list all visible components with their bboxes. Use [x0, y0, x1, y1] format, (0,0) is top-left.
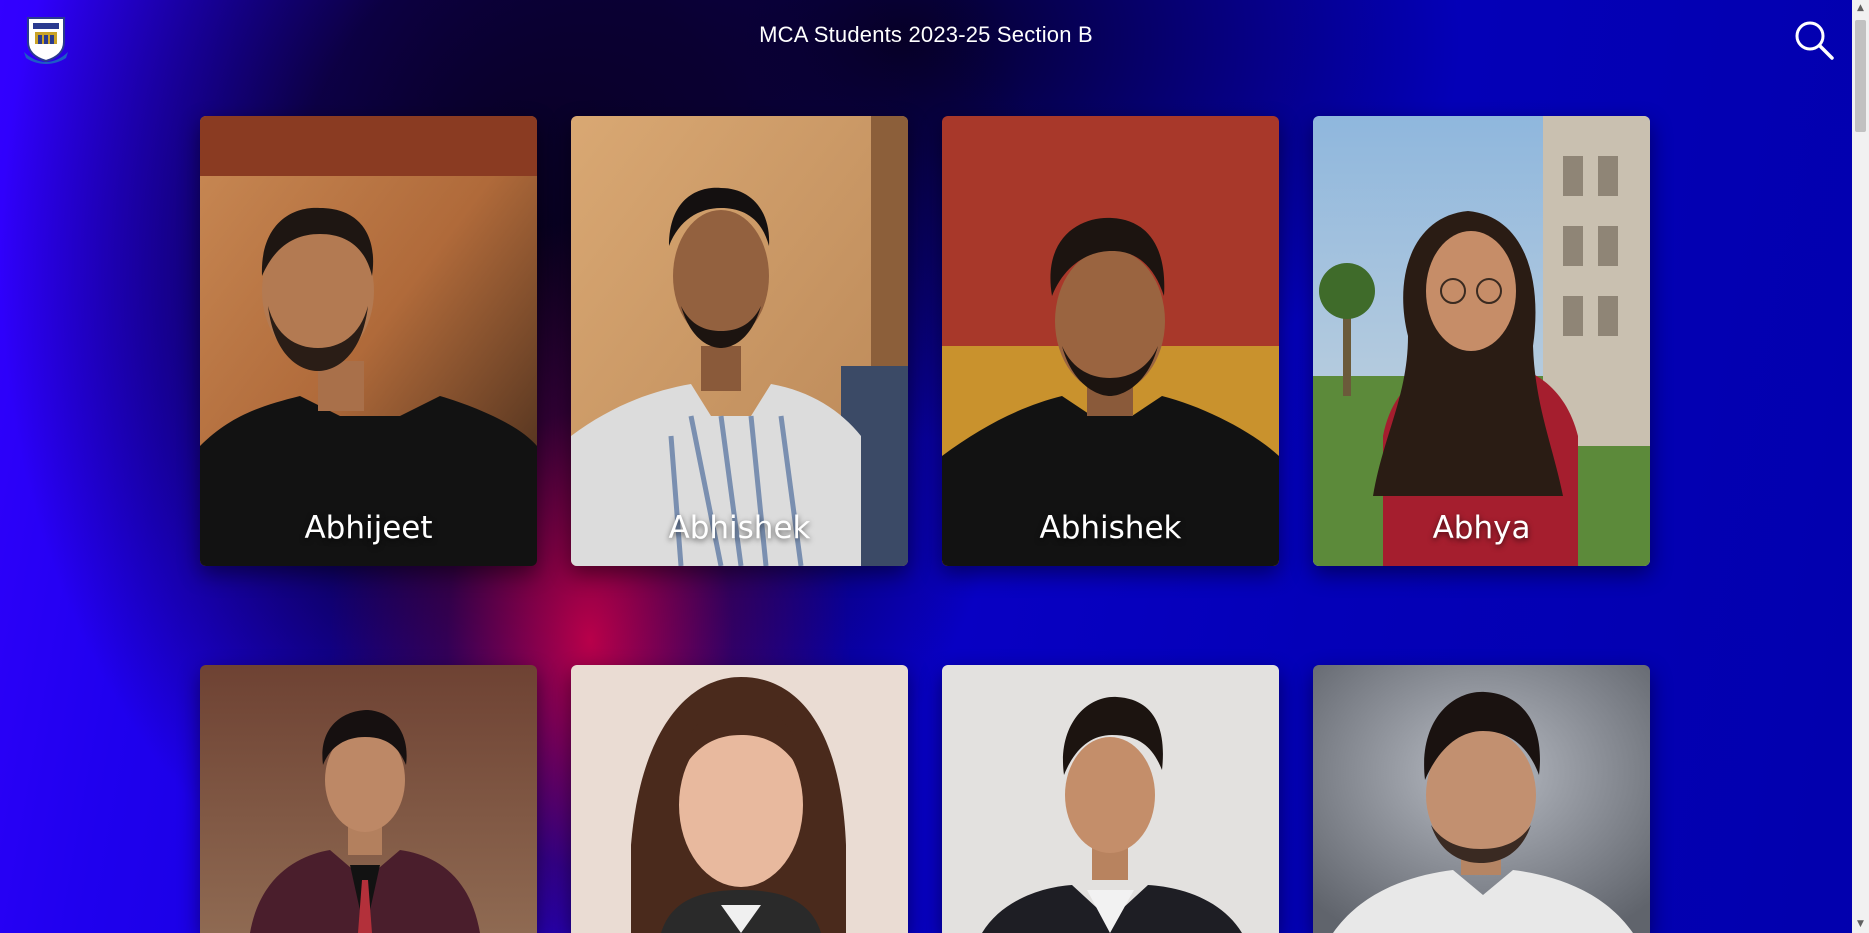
scroll-down-icon[interactable]: ▼ — [1852, 916, 1869, 933]
student-photo — [200, 116, 537, 566]
student-card[interactable] — [571, 665, 908, 933]
search-button[interactable] — [1792, 18, 1836, 62]
student-photo — [1313, 116, 1650, 566]
student-photo — [942, 116, 1279, 566]
vertical-scrollbar[interactable]: ▲ ▼ — [1852, 0, 1869, 933]
student-name: Abhishek — [1039, 510, 1182, 546]
student-photo — [942, 665, 1279, 933]
student-name: Abhishek — [668, 510, 811, 546]
student-card[interactable]: Abhijeet — [200, 116, 537, 566]
student-name: Abhya — [1432, 510, 1531, 546]
student-photo — [200, 665, 537, 933]
top-navigation-bar: MCA Students 2023-25 Section B — [0, 0, 1852, 78]
student-photo — [1313, 665, 1650, 933]
student-card[interactable] — [1313, 665, 1650, 933]
student-card[interactable] — [200, 665, 537, 933]
student-card[interactable]: Abhya — [1313, 116, 1650, 566]
scrollbar-thumb[interactable] — [1855, 20, 1866, 132]
student-name: Abhijeet — [304, 510, 433, 546]
search-icon — [1795, 21, 1834, 60]
student-card[interactable] — [942, 665, 1279, 933]
student-card[interactable]: Abhishek — [942, 116, 1279, 566]
page-title: MCA Students 2023-25 Section B — [759, 22, 1093, 47]
student-photo — [571, 665, 908, 933]
scroll-up-icon[interactable]: ▲ — [1852, 0, 1869, 17]
student-photo — [571, 116, 908, 566]
student-card[interactable]: Abhishek — [571, 116, 908, 566]
